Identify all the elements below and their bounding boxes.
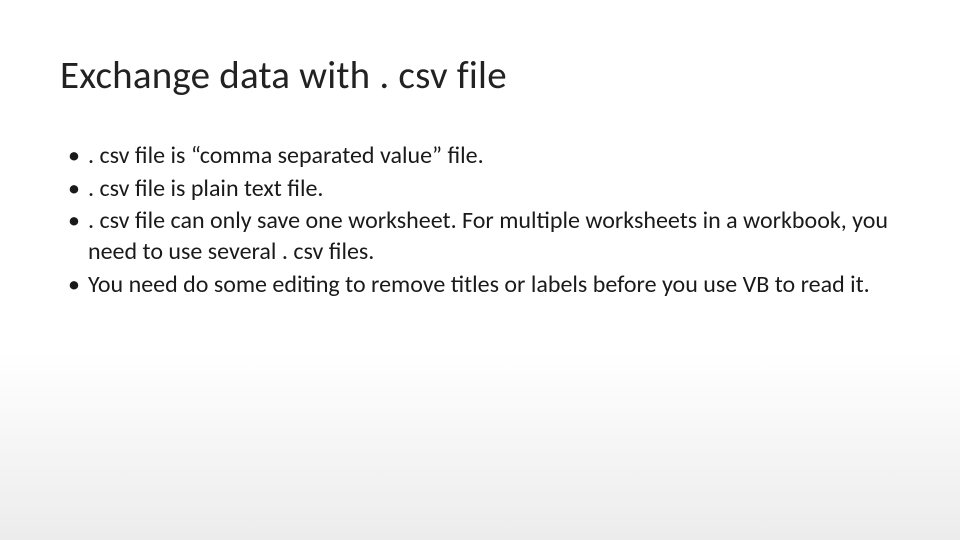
slide-title: Exchange data with . csv file xyxy=(60,52,900,99)
slide: Exchange data with . csv file . csv file… xyxy=(0,0,960,540)
bullet-item: You need do some editing to remove title… xyxy=(68,270,900,301)
bullet-list: . csv file is “comma separated value” fi… xyxy=(60,141,900,301)
bullet-item: . csv file can only save one worksheet. … xyxy=(68,206,900,267)
bullet-item: . csv file is plain text file. xyxy=(68,174,900,205)
bullet-item: . csv file is “comma separated value” fi… xyxy=(68,141,900,172)
